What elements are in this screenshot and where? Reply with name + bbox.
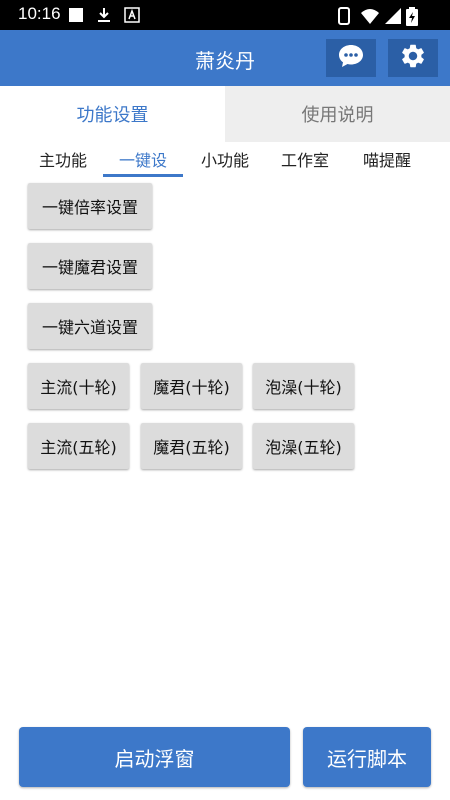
chat-bubble-icon: [337, 43, 365, 73]
main-tabs: 功能设置 使用说明: [0, 86, 450, 142]
demon-lord-ten-rounds-button[interactable]: 魔君(十轮): [141, 363, 242, 409]
mainstream-ten-rounds-button[interactable]: 主流(十轮): [28, 363, 129, 409]
status-bar: 10:16: [0, 0, 450, 30]
message-button[interactable]: [326, 39, 376, 77]
tab-instructions[interactable]: 使用说明: [225, 86, 450, 142]
status-time: 10:16: [18, 4, 61, 23]
one-click-six-paths-settings-button[interactable]: 一键六道设置: [28, 303, 152, 349]
bath-ten-rounds-button[interactable]: 泡澡(十轮): [253, 363, 354, 409]
bath-five-rounds-button[interactable]: 泡澡(五轮): [253, 423, 354, 469]
wifi-icon: [360, 7, 380, 29]
subtab-studio[interactable]: 工作室: [270, 148, 340, 174]
signal-icon: [384, 7, 402, 29]
sub-tabs: 主功能 一键设 小功能 工作室 喵提醒: [0, 148, 450, 180]
run-script-button[interactable]: 运行脚本: [303, 727, 431, 787]
start-floating-window-button[interactable]: 启动浮窗: [19, 727, 290, 787]
app-bar: 萧炎丹: [0, 30, 450, 86]
one-click-multiplier-settings-button[interactable]: 一键倍率设置: [28, 183, 152, 229]
subtab-main-function[interactable]: 主功能: [28, 148, 98, 174]
subtab-small-function[interactable]: 小功能: [190, 148, 260, 174]
gear-icon: [399, 42, 427, 74]
app-title: 萧炎丹: [195, 49, 255, 73]
one-click-demon-lord-settings-button[interactable]: 一键魔君设置: [28, 243, 152, 289]
subtab-one-click[interactable]: 一键设: [103, 148, 183, 174]
demon-lord-five-rounds-button[interactable]: 魔君(五轮): [141, 423, 242, 469]
battery-charging-icon: [406, 7, 418, 31]
settings-button[interactable]: [388, 39, 438, 77]
active-tab-indicator: [103, 174, 183, 177]
mainstream-five-rounds-button[interactable]: 主流(五轮): [28, 423, 129, 469]
download-icon: [96, 7, 112, 27]
square-notification-icon: [68, 7, 84, 27]
tab-function-settings[interactable]: 功能设置: [0, 86, 225, 142]
phone-icon: [338, 7, 350, 29]
subtab-meow-reminder[interactable]: 喵提醒: [352, 148, 422, 174]
font-a-icon: [124, 7, 140, 27]
